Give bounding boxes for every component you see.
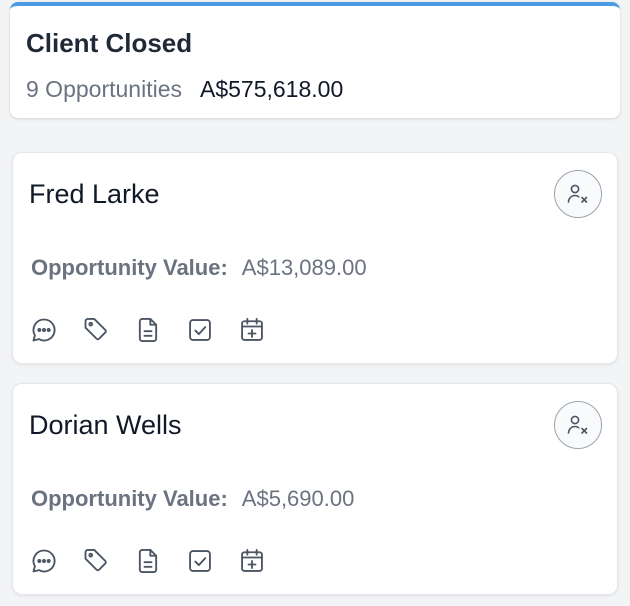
stage-total-value: A$575,618.00	[199, 76, 344, 102]
stage-title: Client Closed	[26, 28, 193, 58]
document-icon[interactable]	[133, 546, 163, 576]
stage-opportunity-count: 9 Opportunities	[26, 76, 182, 102]
tag-icon[interactable]	[81, 315, 111, 345]
contact-name[interactable]: Fred Larke	[29, 179, 160, 210]
checkbox-icon[interactable]	[185, 546, 215, 576]
card-action-bar	[29, 315, 267, 345]
contact-name[interactable]: Dorian Wells	[29, 410, 182, 441]
document-icon[interactable]	[133, 315, 163, 345]
card-action-bar	[29, 546, 267, 576]
chat-icon[interactable]	[29, 315, 59, 345]
stage-header: Client Closed 9 Opportunities A$575,618.0…	[10, 2, 620, 118]
opportunity-card[interactable]: Dorian Wells Opportunity Value: A$5,690.0…	[12, 383, 618, 595]
chat-icon[interactable]	[29, 546, 59, 576]
opportunity-card[interactable]: Fred Larke Opportunity Value: A$13,089.00	[12, 152, 618, 364]
opportunity-value-amount: A$5,690.00	[241, 486, 355, 511]
opportunity-value-label: Opportunity Value:	[31, 486, 228, 511]
user-x-icon	[566, 413, 590, 437]
stage-summary: 9 Opportunities A$575,618.00	[26, 76, 343, 103]
opportunity-value: Opportunity Value: A$5,690.00	[31, 486, 354, 512]
checkbox-icon[interactable]	[185, 315, 215, 345]
user-x-icon	[566, 182, 590, 206]
calendar-plus-icon[interactable]	[237, 315, 267, 345]
calendar-plus-icon[interactable]	[237, 546, 267, 576]
pipeline-stage-column: Client Closed 9 Opportunities A$575,618.0…	[0, 0, 630, 606]
opportunity-value: Opportunity Value: A$13,089.00	[31, 255, 367, 281]
opportunity-value-label: Opportunity Value:	[31, 255, 228, 280]
tag-icon[interactable]	[81, 546, 111, 576]
opportunity-value-amount: A$13,089.00	[241, 255, 367, 280]
unassigned-user-button[interactable]	[554, 170, 602, 218]
unassigned-user-button[interactable]	[554, 401, 602, 449]
